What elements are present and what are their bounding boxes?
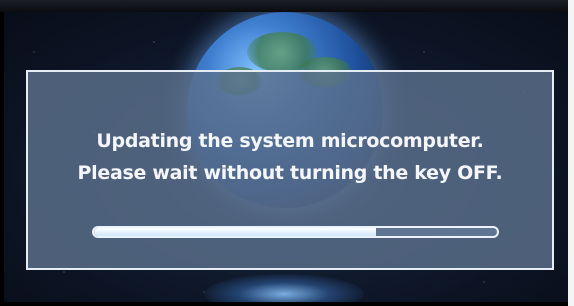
progress-bar [92, 226, 499, 238]
update-message-line1: Updating the system microcomputer. [96, 130, 484, 152]
bezel-right [568, 0, 574, 306]
bezel-top [0, 0, 574, 12]
progress-bar-fill [94, 228, 377, 236]
update-message-line2: Please wait without turning the key OFF. [77, 162, 503, 184]
display-area: Updating the system microcomputer. Pleas… [4, 12, 568, 302]
screen: Updating the system microcomputer. Pleas… [0, 0, 574, 306]
update-dialog: Updating the system microcomputer. Pleas… [26, 70, 554, 270]
